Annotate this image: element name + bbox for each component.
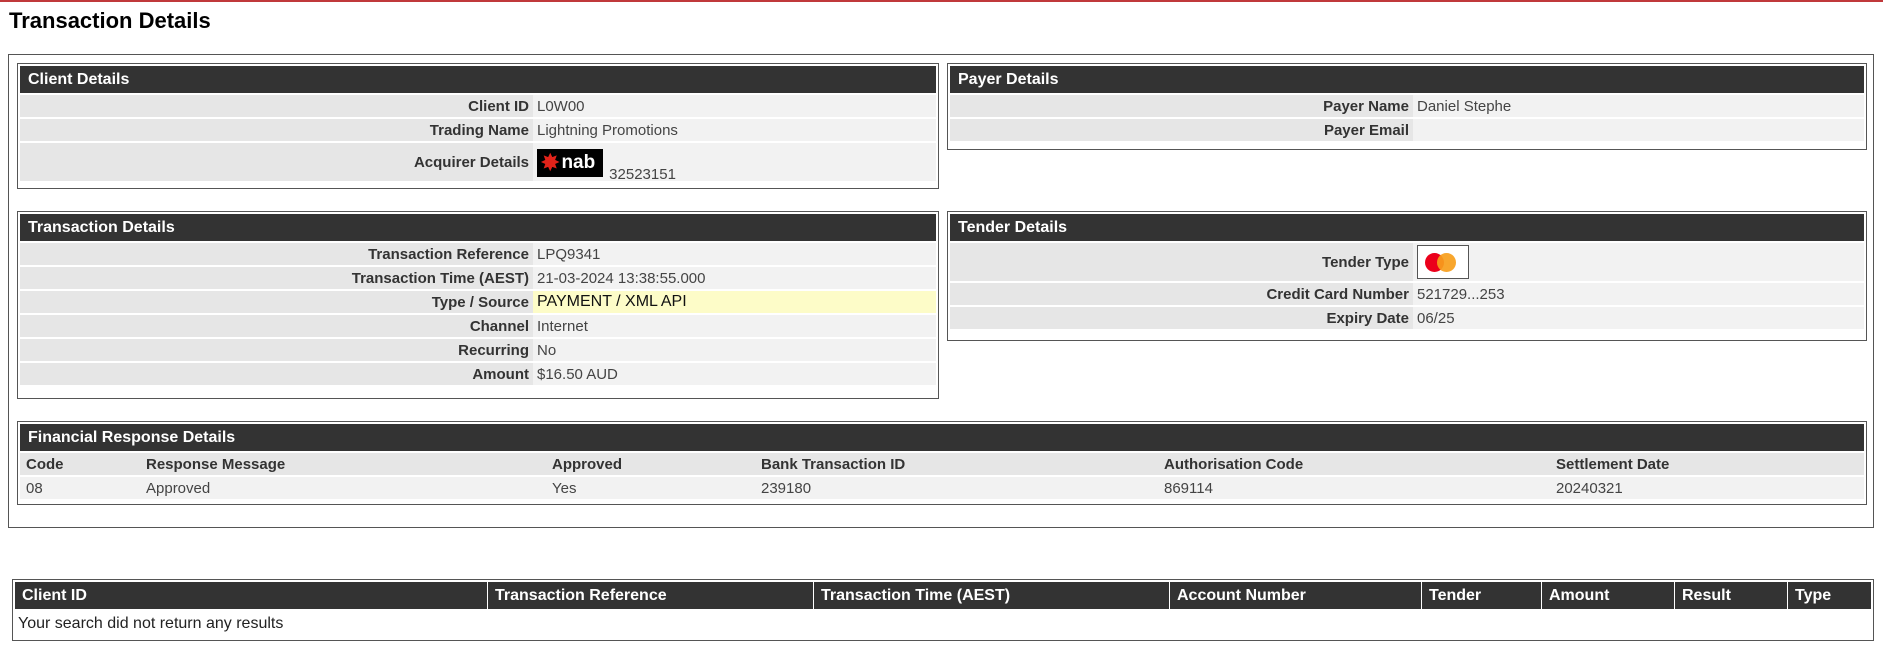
tender-type-value — [1413, 243, 1864, 281]
table-row: Trading Name Lightning Promotions — [20, 119, 936, 141]
channel-label: Channel — [20, 315, 533, 337]
mastercard-icon — [1417, 245, 1469, 279]
table-row: Amount $16.50 AUD — [20, 363, 936, 385]
top-accent-line — [0, 0, 1883, 2]
payer-details-table: Payer Name Daniel Stephe Payer Email — [950, 93, 1864, 143]
expiry-date-value: 06/25 — [1413, 307, 1864, 329]
table-row: Channel Internet — [20, 315, 936, 337]
table-row: Acquirer Details ✸ nab 32523151 — [20, 143, 936, 183]
financial-response-table: Code Response Message Approved Bank Tran… — [20, 451, 1864, 501]
authorisation-code-value: 869114 — [1158, 477, 1550, 499]
empty-results-message: Your search did not return any results — [18, 615, 284, 632]
credit-card-number-value: 521729...253 — [1413, 283, 1864, 305]
mastercard-orange-circle — [1437, 253, 1456, 272]
table-row: Credit Card Number 521729...253 — [950, 283, 1864, 305]
nab-star-icon: ✸ — [541, 150, 560, 175]
acquirer-details-value: ✸ nab 32523151 — [533, 143, 936, 183]
table-row: Payer Email — [950, 119, 1864, 141]
settlement-date-value: 20240321 — [1550, 477, 1864, 499]
client-details-table: Client ID L0W00 Trading Name Lightning P… — [20, 93, 936, 183]
amount-value: $16.50 AUD — [533, 363, 936, 385]
code-value: 08 — [20, 477, 140, 499]
payer-email-label: Payer Email — [950, 119, 1413, 141]
financial-response-panel: Financial Response Details Code Response… — [17, 421, 1867, 505]
payer-name-label: Payer Name — [950, 95, 1413, 117]
col-transaction-time[interactable]: Transaction Time (AEST) — [813, 582, 1170, 609]
nab-logo: ✸ nab — [537, 149, 603, 177]
response-message-value: Approved — [140, 477, 546, 499]
search-results-panel: Client ID Transaction Reference Transact… — [12, 579, 1874, 641]
col-tender[interactable]: Tender — [1421, 582, 1542, 609]
amount-label: Amount — [20, 363, 533, 385]
col-response-message: Response Message — [140, 453, 546, 475]
client-id-label: Client ID — [20, 95, 533, 117]
transaction-details-table: Transaction Reference LPQ9341 Transactio… — [20, 241, 936, 387]
col-amount[interactable]: Amount — [1541, 582, 1675, 609]
table-row: Type / Source PAYMENT / XML API — [20, 291, 936, 313]
transaction-reference-value: LPQ9341 — [533, 243, 936, 265]
type-source-value: PAYMENT / XML API — [533, 291, 936, 313]
page-title: Transaction Details — [9, 8, 211, 33]
col-account-number[interactable]: Account Number — [1169, 582, 1422, 609]
table-row: Recurring No — [20, 339, 936, 361]
trading-name-label: Trading Name — [20, 119, 533, 141]
tender-details-table: Tender Type Credit Card Number 521729...… — [950, 241, 1864, 331]
credit-card-number-label: Credit Card Number — [950, 283, 1413, 305]
client-details-panel: Client Details Client ID L0W00 Trading N… — [17, 63, 939, 189]
transaction-details-header: Transaction Details — [20, 214, 936, 241]
transaction-details-panel: Transaction Details Transaction Referenc… — [17, 211, 939, 399]
approved-value: Yes — [546, 477, 755, 499]
table-row: Payer Name Daniel Stephe — [950, 95, 1864, 117]
tender-details-header: Tender Details — [950, 214, 1864, 241]
transaction-reference-label: Transaction Reference — [20, 243, 533, 265]
financial-response-header: Financial Response Details — [20, 424, 1864, 451]
table-row: Tender Type — [950, 243, 1864, 281]
table-row: 08 Approved Yes 239180 869114 20240321 — [20, 477, 1864, 499]
col-code: Code — [20, 453, 140, 475]
expiry-date-label: Expiry Date — [950, 307, 1413, 329]
acquirer-number: 32523151 — [609, 166, 676, 183]
tender-details-panel: Tender Details Tender Type Credit Card N… — [947, 211, 1867, 341]
transaction-time-value: 21-03-2024 13:38:55.000 — [533, 267, 936, 289]
recurring-label: Recurring — [20, 339, 533, 361]
table-row: Transaction Time (AEST) 21-03-2024 13:38… — [20, 267, 936, 289]
col-result[interactable]: Result — [1674, 582, 1788, 609]
client-details-header: Client Details — [20, 66, 936, 93]
col-approved: Approved — [546, 453, 755, 475]
trading-name-value: Lightning Promotions — [533, 119, 936, 141]
table-row: Transaction Reference LPQ9341 — [20, 243, 936, 265]
table-row: Your search did not return any results — [15, 609, 1871, 639]
col-authorisation-code: Authorisation Code — [1158, 453, 1550, 475]
client-id-value: L0W00 — [533, 95, 936, 117]
col-settlement-date: Settlement Date — [1550, 453, 1864, 475]
col-bank-transaction-id: Bank Transaction ID — [755, 453, 1158, 475]
type-source-label: Type / Source — [20, 291, 533, 313]
bank-transaction-id-value: 239180 — [755, 477, 1158, 499]
acquirer-details-label: Acquirer Details — [20, 143, 533, 181]
recurring-value: No — [533, 339, 936, 361]
payer-details-panel: Payer Details Payer Name Daniel Stephe P… — [947, 63, 1867, 150]
col-type[interactable]: Type — [1787, 582, 1871, 609]
table-row: Client ID L0W00 — [20, 95, 936, 117]
col-client-id[interactable]: Client ID — [15, 582, 488, 609]
tender-type-label: Tender Type — [950, 243, 1413, 281]
table-row: Expiry Date 06/25 — [950, 307, 1864, 329]
payer-email-value — [1413, 119, 1864, 141]
search-results-table: Client ID Transaction Reference Transact… — [15, 582, 1871, 639]
nab-logo-text: nab — [561, 152, 596, 173]
table-header-row: Code Response Message Approved Bank Tran… — [20, 453, 1864, 475]
payer-name-value: Daniel Stephe — [1413, 95, 1864, 117]
col-transaction-reference[interactable]: Transaction Reference — [487, 582, 814, 609]
channel-value: Internet — [533, 315, 936, 337]
payer-details-header: Payer Details — [950, 66, 1864, 93]
transaction-time-label: Transaction Time (AEST) — [20, 267, 533, 289]
table-header-row: Client ID Transaction Reference Transact… — [15, 582, 1871, 609]
